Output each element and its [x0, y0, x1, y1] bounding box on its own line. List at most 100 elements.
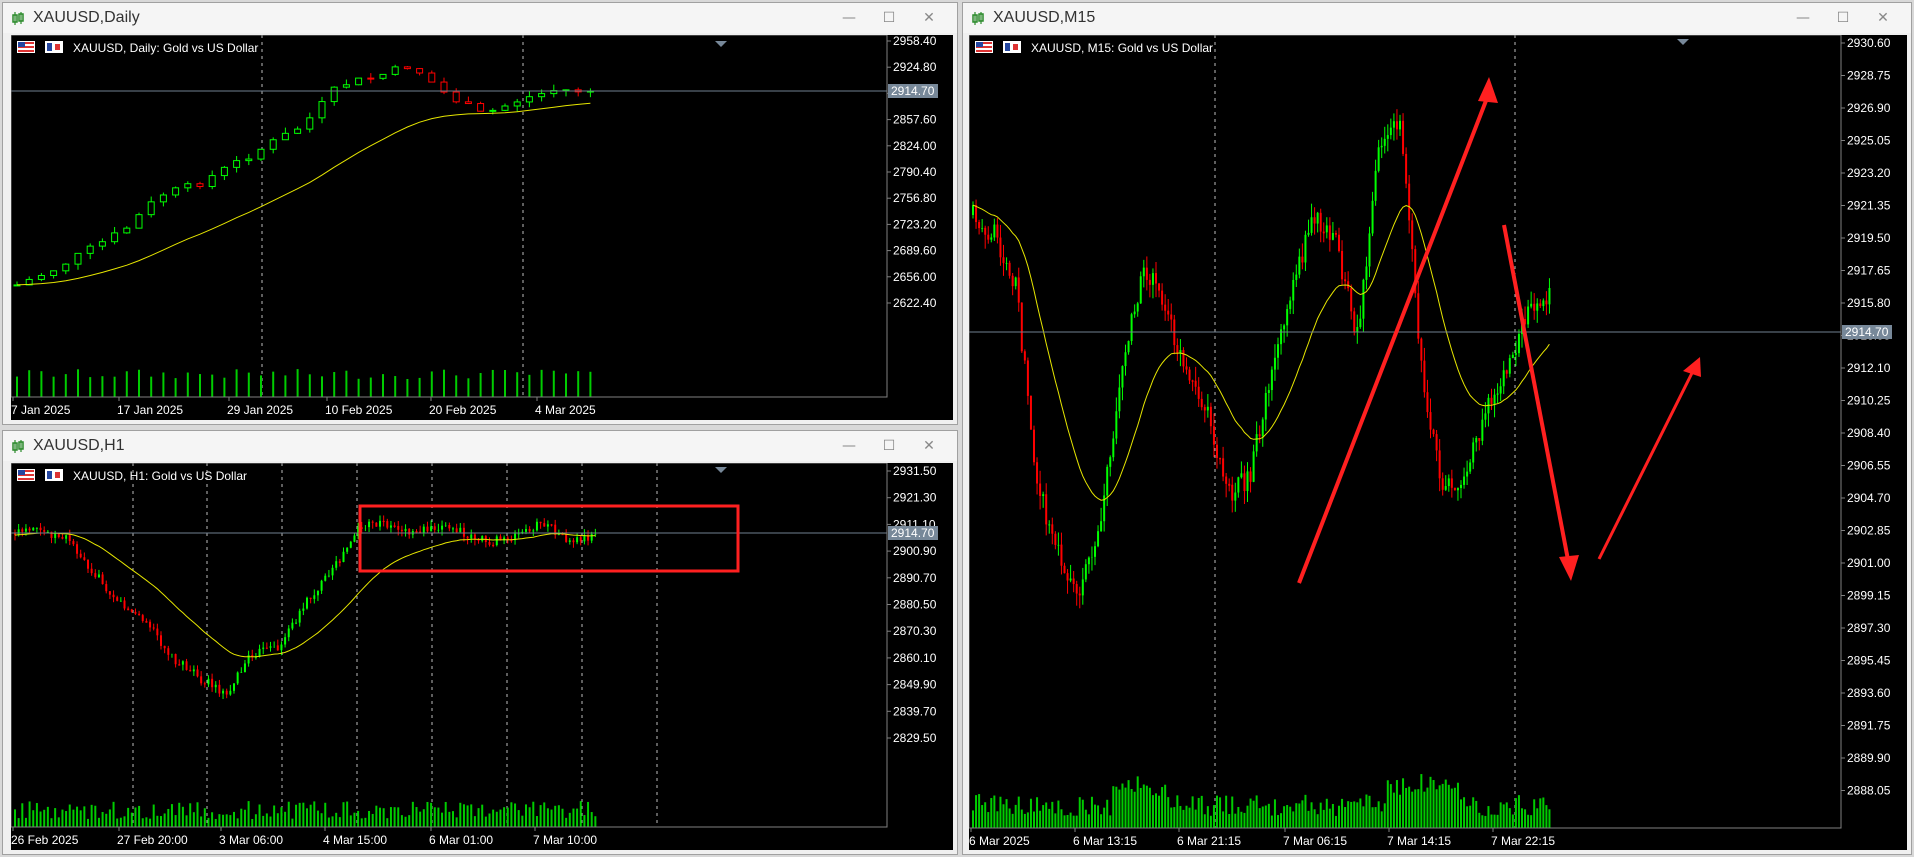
time-axis-label: 27 Feb 20:00 — [117, 833, 188, 847]
candle-body — [367, 77, 375, 80]
price-axis-label: 2829.50 — [893, 731, 937, 745]
candle-body — [281, 132, 289, 141]
price-axis-label: 2656.00 — [893, 270, 937, 284]
price-axis-label: 2723.20 — [893, 217, 937, 231]
price-axis-label: 2906.55 — [1847, 459, 1891, 473]
daily-chart-area[interactable]: XAUUSD, Daily: Gold vs US Dollar 2958.40… — [10, 34, 953, 420]
price-axis-label: 2895.45 — [1847, 654, 1891, 668]
chart-symbol-label: XAUUSD, H1: Gold vs US Dollar — [73, 469, 247, 483]
time-axis-label: 6 Mar 2025 — [969, 834, 1030, 848]
chart-shift-marker[interactable] — [715, 467, 727, 473]
plot-frame — [10, 462, 888, 828]
moving-average-line — [16, 102, 591, 286]
price-axis-label: 2889.90 — [1847, 751, 1891, 765]
symbol-flag-icon — [17, 41, 35, 53]
price-axis-label: 2860.10 — [893, 651, 937, 665]
price-axis-label: 2622.40 — [893, 296, 937, 310]
current-price-tag: 2914.70 — [891, 84, 935, 98]
price-axis-label: 2915.80 — [1847, 296, 1891, 310]
price-axis-label: 2870.30 — [893, 624, 937, 638]
candle-body — [37, 275, 45, 280]
price-axis-label: 2756.80 — [893, 191, 937, 205]
close-button[interactable]: ✕ — [1873, 9, 1893, 27]
price-axis-label: 2925.05 — [1847, 134, 1891, 148]
candle-body — [159, 194, 167, 203]
time-axis-label: 4 Mar 2025 — [535, 403, 596, 417]
time-axis-label: 4 Mar 15:00 — [323, 833, 387, 847]
daily-chart-svg[interactable]: XAUUSD, Daily: Gold vs US Dollar 2958.40… — [10, 34, 953, 420]
chart-window-icon — [12, 440, 24, 453]
candle-body — [257, 148, 265, 160]
price-axis-label: 2893.60 — [1847, 686, 1891, 700]
candle-body — [477, 103, 485, 112]
symbol-flag-icon — [975, 41, 993, 53]
maximize-button[interactable]: ☐ — [879, 9, 899, 27]
chart-window-icon — [12, 12, 24, 25]
m15-window-titlebar[interactable]: XAUUSD,M15 — ☐ ✕ — [963, 3, 1911, 33]
minimize-button[interactable]: — — [839, 437, 859, 455]
chart-shift-marker[interactable] — [1677, 39, 1689, 45]
price-axis-label: 2910.25 — [1847, 394, 1891, 408]
chart-symbol-label: XAUUSD, M15: Gold vs US Dollar — [1031, 41, 1213, 55]
candle-body — [269, 139, 277, 150]
candle-body — [86, 245, 94, 254]
close-button[interactable]: ✕ — [919, 437, 939, 455]
time-axis-label: 10 Feb 2025 — [325, 403, 393, 417]
candle-body — [74, 252, 82, 265]
price-axis-label: 2902.85 — [1847, 524, 1891, 538]
price-axis-label: 2931.50 — [893, 464, 937, 478]
price-axis-label: 2790.40 — [893, 165, 937, 179]
candle-body — [403, 66, 411, 70]
maximize-button[interactable]: ☐ — [879, 437, 899, 455]
time-axis-label: 6 Mar 21:15 — [1177, 834, 1241, 848]
candle-body — [525, 96, 533, 103]
maximize-button[interactable]: ☐ — [1833, 9, 1853, 27]
candle-body — [318, 101, 326, 119]
candle-body — [50, 270, 58, 277]
moving-average-line — [972, 204, 1550, 501]
h1-chart-svg[interactable]: XAUUSD, H1: Gold vs US Dollar 2931.50 292… — [10, 462, 953, 850]
symbol-flag-icon — [17, 469, 35, 481]
candle-body — [208, 175, 216, 188]
h1-chart-area[interactable]: XAUUSD, H1: Gold vs US Dollar 2931.50 292… — [10, 462, 953, 850]
chart-shift-marker[interactable] — [715, 41, 727, 47]
moving-average-line — [14, 532, 596, 658]
candle-body — [294, 128, 302, 134]
m15-chart-area[interactable]: XAUUSD, M15: Gold vs US Dollar 2930.60 29… — [968, 34, 1907, 850]
price-axis-label: 2917.65 — [1847, 264, 1891, 278]
candle-body — [342, 84, 350, 88]
chart-symbol-label: XAUUSD, Daily: Gold vs US Dollar — [73, 41, 258, 55]
time-axis-label: 3 Mar 06:00 — [219, 833, 283, 847]
candle-body — [196, 183, 204, 188]
price-axis-label: 2924.80 — [893, 60, 937, 74]
candle-body — [62, 263, 70, 272]
candle-body — [489, 109, 497, 112]
price-axis-label: 2921.35 — [1847, 199, 1891, 213]
time-axis-label: 17 Jan 2025 — [117, 403, 183, 417]
price-axis-label: 2880.50 — [893, 598, 937, 612]
price-axis-label: 2901.00 — [1847, 556, 1891, 570]
daily-window-title: XAUUSD,Daily — [33, 9, 140, 26]
uptrend-arrow — [1297, 77, 1498, 584]
h1-chart-window: XAUUSD,H1 — ☐ ✕ XAUUSD, H1: Gold vs US D… — [2, 430, 958, 855]
time-axis-label: 7 Mar 14:15 — [1387, 834, 1451, 848]
candle-body — [538, 93, 546, 98]
h1-window-titlebar[interactable]: XAUUSD,H1 — ☐ ✕ — [3, 431, 957, 461]
minimize-button[interactable]: — — [1793, 9, 1813, 27]
time-axis-label: 7 Jan 2025 — [11, 403, 71, 417]
chart-window-icon — [972, 12, 984, 25]
price-axis-label: 2839.70 — [893, 704, 937, 718]
close-button[interactable]: ✕ — [919, 9, 939, 27]
time-axis-label: 7 Mar 06:15 — [1283, 834, 1347, 848]
time-axis-label: 20 Feb 2025 — [429, 403, 497, 417]
price-axis-label: 2904.70 — [1847, 491, 1891, 505]
current-price-tag: 2914.70 — [891, 526, 935, 540]
price-axis-label: 2888.05 — [1847, 784, 1891, 798]
current-price-tag: 2914.70 — [1845, 325, 1889, 339]
consolidation-range-box — [358, 504, 740, 573]
minimize-button[interactable]: — — [839, 9, 859, 27]
daily-window-titlebar[interactable]: XAUUSD,Daily — ☐ ✕ — [3, 3, 957, 33]
m15-chart-svg[interactable]: XAUUSD, M15: Gold vs US Dollar 2930.60 29… — [968, 34, 1907, 850]
price-axis-label: 2928.75 — [1847, 69, 1891, 83]
candle-body — [147, 201, 155, 216]
